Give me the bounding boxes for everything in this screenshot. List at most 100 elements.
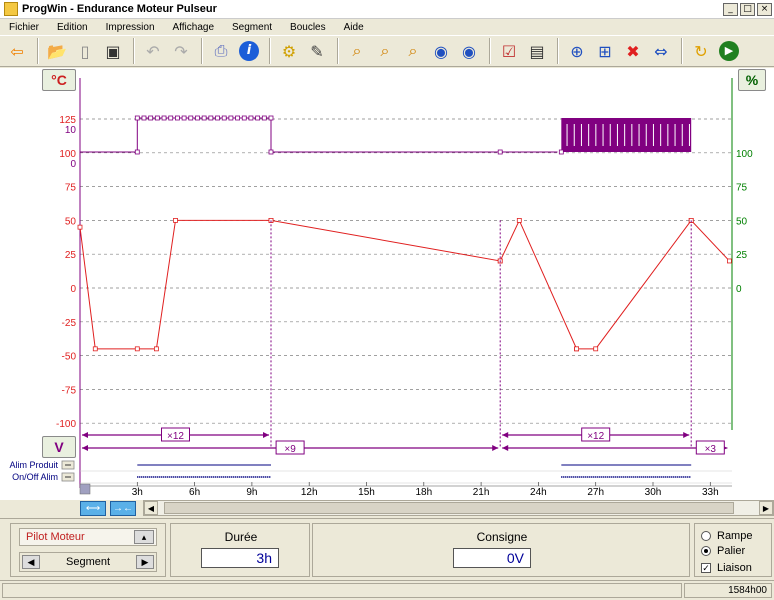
loop-count-label: ×9 (284, 444, 296, 455)
relay-marker (201, 115, 207, 121)
undo-icon[interactable]: ↶ (140, 38, 166, 64)
zoom-expand-button[interactable]: ⟷ (80, 501, 106, 516)
rampe-radio-dot (701, 531, 711, 541)
relay-marker (268, 115, 274, 121)
loop-arrow-head (263, 432, 269, 438)
temp-tick-label: -75 (62, 385, 77, 396)
palier-radio[interactable]: Palier (701, 545, 745, 557)
temperature-point (173, 217, 178, 223)
temp-unit-button[interactable]: °C (42, 69, 76, 91)
prev-segment-button[interactable]: ◀ (22, 555, 40, 569)
save-disk-icon[interactable]: ▣ (100, 38, 126, 64)
segment-link-icon[interactable]: ⇔ (648, 38, 674, 64)
menu-fichier[interactable]: Fichier (0, 22, 48, 33)
new-file-icon[interactable]: ▯ (72, 38, 98, 64)
relay-signal-line (80, 117, 520, 153)
checklist-icon[interactable]: ☑ (496, 38, 522, 64)
zoom-contract-button[interactable]: →← (110, 501, 136, 516)
temperature-line (79, 219, 730, 350)
segment-insert-icon[interactable]: ⊞ (592, 38, 618, 64)
edit-pencil-icon[interactable]: ✎ (304, 38, 330, 64)
minimize-button[interactable]: _ (723, 2, 738, 16)
pilot-select-button[interactable]: ▴ (134, 530, 154, 544)
segment-add-icon[interactable]: ⊕ (564, 38, 590, 64)
temperature-point (727, 258, 732, 264)
segment-delete-icon[interactable]: ✖ (620, 38, 646, 64)
relay-marker (175, 115, 180, 121)
consigne-label: Consigne (476, 530, 528, 544)
window-title: ProgWin - Endurance Moteur Pulseur (22, 3, 217, 15)
next-segment-button[interactable]: ▶ (136, 555, 154, 569)
view-eye-icon[interactable]: ◉ (428, 38, 454, 64)
temperature-point (593, 346, 599, 352)
horizontal-scrollbar[interactable]: ◀ ▶ (143, 500, 774, 516)
loop-arrow-head (82, 432, 88, 438)
zoom-in-icon[interactable]: ⌕ (344, 38, 370, 64)
time-tick-label: 6h (189, 487, 200, 498)
pct-tick-label: 50 (736, 216, 748, 227)
rampe-radio[interactable]: Rampe (701, 530, 752, 542)
display-icon[interactable]: ▤ (524, 38, 550, 64)
time-tick-label: 33h (702, 487, 719, 498)
relay-marker (268, 149, 274, 155)
menu-segment[interactable]: Segment (223, 22, 281, 33)
print-icon[interactable]: ⎙ (208, 38, 234, 64)
temp-tick-label: -50 (62, 352, 77, 363)
scroll-right-button[interactable]: ▶ (759, 501, 773, 515)
segment-label: Segment (66, 556, 111, 568)
status-time: 1584h00 (684, 583, 772, 598)
scroll-left-button[interactable]: ◀ (144, 501, 158, 515)
pct-unit-button[interactable]: % (738, 69, 766, 91)
relay-marker (195, 115, 200, 121)
menu-affichage[interactable]: Affichage (164, 22, 224, 33)
close-button[interactable]: × (757, 2, 772, 16)
zoom-out-icon[interactable]: ⌕ (400, 38, 426, 64)
duree-field[interactable]: 3h (201, 548, 279, 568)
status-bar: 1584h00 (0, 580, 774, 600)
menu-aide[interactable]: Aide (335, 22, 373, 33)
time-tick-label: 18h (415, 487, 432, 498)
maximize-button[interactable]: □ (740, 2, 755, 16)
loop-arrow-head (492, 445, 499, 451)
menu-boucles[interactable]: Boucles (281, 22, 335, 33)
chart-canvas[interactable]: 1251007550250-25-50-75-1001001007550250×… (0, 68, 774, 500)
relay-marker (141, 115, 147, 121)
status-message (2, 583, 682, 598)
consigne-field[interactable]: 0V (453, 548, 531, 568)
toolbar-separator (681, 38, 683, 64)
back-arrow-icon[interactable]: ⇦ (4, 38, 30, 64)
toolbar-separator (201, 38, 203, 64)
relay-marker (134, 149, 140, 155)
relay-marker (228, 115, 234, 121)
open-folder-icon[interactable]: 📂 (44, 38, 70, 64)
settings-gear-icon[interactable]: ⚙ (276, 38, 302, 64)
view-eye-alt-icon[interactable]: ◉ (456, 38, 482, 64)
toolbar: ⇦ 📂 ▯ ▣ ↶ ↷ ⎙ i ⚙ ✎ ⌕ ⌕ ⌕ ◉ ◉ ☑ ▤ ⊕ ⊞ ✖ … (0, 35, 774, 67)
time-tick-label: 12h (301, 487, 318, 498)
relay-tick-label: 10 (65, 125, 77, 136)
menu-edition[interactable]: Edition (48, 22, 97, 33)
menu-impression[interactable]: Impression (97, 22, 164, 33)
scroll-thumb[interactable] (164, 502, 734, 514)
pct-tick-label: 0 (736, 284, 742, 295)
profile-chart[interactable]: 125 100 75 50 25 0 -25 -50 -75 -100 10 0 100 75 50 25 0 ×… (0, 68, 774, 500)
loop-arrow-head (82, 445, 88, 451)
loop-count-label: ×3 (705, 444, 717, 455)
volt-unit-button[interactable]: V (42, 436, 76, 458)
redo-icon[interactable]: ↷ (168, 38, 194, 64)
relay-marker (208, 115, 214, 121)
temp-tick-label: 0 (70, 284, 76, 295)
relay-marker (255, 115, 261, 121)
relay-marker (241, 115, 247, 121)
title-bar: ProgWin - Endurance Moteur Pulseur _ □ × (0, 0, 774, 19)
liaison-checkbox[interactable]: ✓ Liaison (701, 562, 752, 574)
loop-icon[interactable]: ↻ (688, 38, 714, 64)
pct-tick-label: 75 (736, 183, 748, 194)
info-icon[interactable]: i (236, 38, 262, 64)
time-tick-label: 21h (473, 487, 490, 498)
liaison-label: Liaison (717, 562, 752, 574)
run-icon[interactable]: ▶ (716, 38, 742, 64)
duree-panel: Durée 3h (170, 523, 310, 577)
liaison-check-mark: ✓ (701, 563, 711, 573)
zoom-fit-icon[interactable]: ⌕ (372, 38, 398, 64)
